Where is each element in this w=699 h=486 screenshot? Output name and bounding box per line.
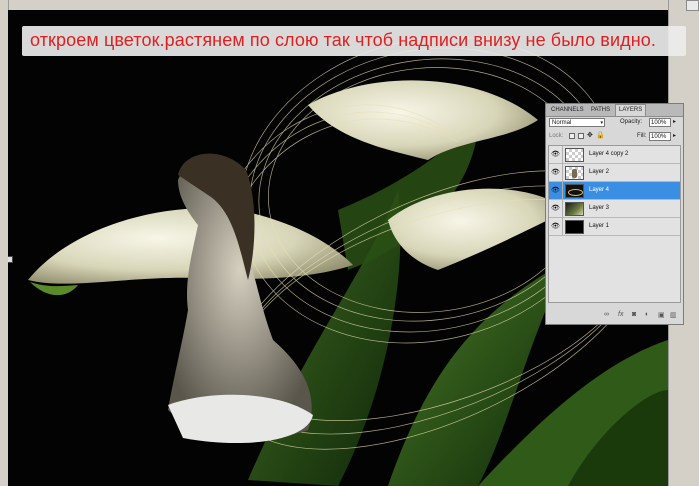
tab-paths[interactable]: PATHS <box>588 105 613 116</box>
layer-name: Layer 3 <box>589 205 610 211</box>
eye-icon[interactable]: 👁 <box>551 151 560 158</box>
layer-row[interactable]: 👁 Layer 3 <box>549 200 680 218</box>
lock-pixels-icon[interactable] <box>578 133 584 139</box>
opacity-field[interactable]: 100% <box>649 118 671 127</box>
layer-row[interactable]: 👁 Layer 1 <box>549 218 680 236</box>
fill-value: 100% <box>651 134 667 140</box>
fill-arrow-icon[interactable]: ▸ <box>673 132 676 139</box>
lock-transparent-icon[interactable] <box>569 133 575 139</box>
panel-footer: ∞ fx ◙ ◐ ▣ ▥ <box>548 308 681 322</box>
layer-name: Layer 2 <box>589 169 610 175</box>
layer-thumbnail <box>565 148 584 162</box>
layer-row[interactable]: 👁 Layer 4 copy 2 <box>549 146 680 164</box>
eye-icon[interactable]: 👁 <box>551 223 560 230</box>
eye-icon[interactable]: 👁 <box>551 205 560 212</box>
eye-icon[interactable]: 👁 <box>551 187 560 194</box>
fill-label: Fill: <box>637 133 647 139</box>
blend-mode-select[interactable]: Normal ▾ <box>549 118 605 127</box>
tab-layers[interactable]: LAYERS <box>615 104 647 116</box>
fill-field[interactable]: 100% <box>649 132 671 141</box>
caption-banner: откроем цветок.растянем по слою так чтоб… <box>22 26 686 56</box>
layers-panel: CHANNELS PATHS LAYERS Normal ▾ Opacity: … <box>545 103 684 325</box>
eye-separator <box>562 146 563 164</box>
link-icon[interactable]: ∞ <box>604 311 609 318</box>
lock-all-icon[interactable]: 🔒 <box>596 131 605 139</box>
tab-channels[interactable]: CHANNELS <box>548 105 587 116</box>
opacity-arrow-icon[interactable]: ▸ <box>673 118 676 125</box>
chevron-down-icon: ▾ <box>600 120 603 126</box>
eye-separator <box>562 164 563 182</box>
transform-handle-left[interactable] <box>8 256 13 263</box>
blend-mode-value: Normal <box>552 120 572 126</box>
layer-thumbnail <box>565 166 584 180</box>
eye-separator <box>562 200 563 218</box>
trash-icon[interactable]: ▥ <box>670 311 677 319</box>
panel-tab-bar: CHANNELS PATHS LAYERS <box>546 104 683 117</box>
mask-icon[interactable]: ◙ <box>632 311 636 318</box>
window-top-strip <box>0 0 699 10</box>
opacity-label: Opacity: <box>620 119 643 125</box>
layer-row-selected[interactable]: 👁 Layer 4 <box>549 182 680 200</box>
adjustment-icon[interactable]: ◐ <box>645 311 649 318</box>
fx-icon[interactable]: fx <box>618 311 623 318</box>
layer-thumbnail <box>565 202 584 216</box>
lock-label: Lock: <box>549 133 564 139</box>
layers-list: 👁 Layer 4 copy 2 👁 Layer 2 👁 Layer 4 👁 L… <box>548 145 681 303</box>
layer-thumbnail <box>565 220 584 234</box>
opacity-value: 100% <box>651 120 667 126</box>
eye-icon[interactable]: 👁 <box>551 169 560 176</box>
layer-thumbnail <box>565 184 584 198</box>
layer-name: Layer 1 <box>589 223 610 229</box>
layer-name: Layer 4 copy 2 <box>589 151 629 157</box>
layer-row[interactable]: 👁 Layer 2 <box>549 164 680 182</box>
swirl-thumb-shape <box>568 189 583 196</box>
caption-text: откроем цветок.растянем по слою так чтоб… <box>30 30 656 50</box>
panel-corner-button[interactable] <box>686 0 699 11</box>
figure-thumb-shape <box>572 169 577 178</box>
new-layer-icon[interactable]: ▣ <box>658 311 665 319</box>
lock-position-icon[interactable]: ✥ <box>587 131 593 139</box>
lock-row: Lock: ✥ 🔒 Fill: 100% ▸ <box>549 131 682 143</box>
eye-separator <box>562 182 563 200</box>
blend-row: Normal ▾ Opacity: 100% ▸ <box>549 117 682 129</box>
eye-separator <box>562 218 563 236</box>
layer-name: Layer 4 <box>589 187 610 193</box>
